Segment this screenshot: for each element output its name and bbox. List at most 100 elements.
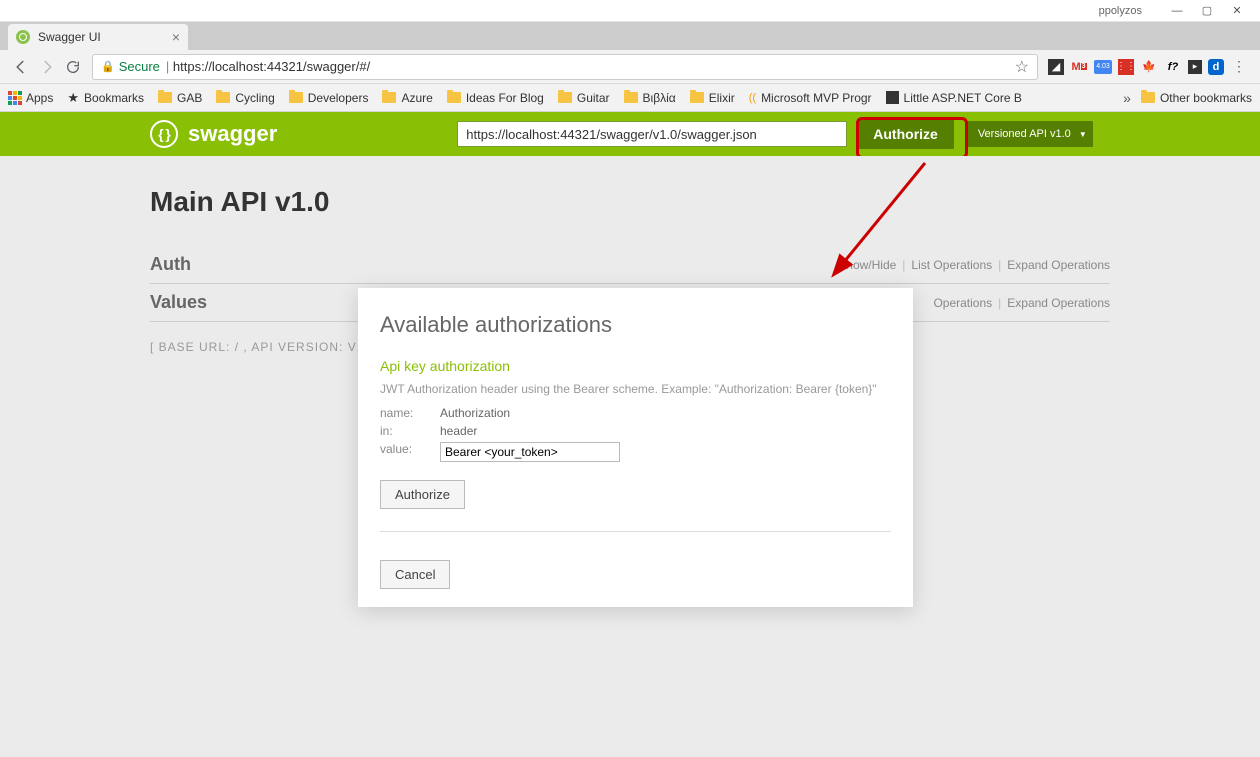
bookmark-item[interactable]: (( Microsoft MVP Progr — [749, 91, 872, 105]
section-link[interactable]: Expand Operations — [1007, 296, 1110, 310]
secure-label: Secure — [119, 59, 160, 74]
bookmark-label: GAB — [177, 91, 202, 105]
token-input[interactable] — [440, 442, 620, 462]
folder-icon — [690, 92, 704, 103]
window-maximize-button[interactable]: ▢ — [1192, 1, 1222, 21]
ext-icon[interactable]: ⋮⋮ — [1118, 59, 1134, 75]
apps-label: Apps — [26, 91, 53, 105]
bookmark-item[interactable]: Guitar — [558, 91, 610, 105]
apps-icon — [8, 91, 22, 105]
swagger-header: { } swagger Authorize Versioned API v1.0 — [0, 112, 1260, 156]
page-icon — [886, 91, 899, 104]
folder-icon — [289, 92, 303, 103]
bookmark-label: Guitar — [577, 91, 610, 105]
other-bookmarks-button[interactable]: Other bookmarks — [1141, 91, 1252, 105]
bookmarks-overflow-icon[interactable]: » — [1113, 90, 1141, 106]
section-link[interactable]: Expand Operations — [1007, 258, 1110, 272]
folder-icon — [624, 92, 638, 103]
window-titlebar: ppolyzos — ▢ ✕ — [0, 0, 1260, 22]
swagger-logo: { } swagger — [150, 120, 277, 148]
bookmark-label: Bookmarks — [84, 91, 144, 105]
modal-authorize-button[interactable]: Authorize — [380, 480, 465, 509]
apikey-heading: Api key authorization — [380, 358, 891, 374]
apikey-description: JWT Authorization header using the Beare… — [380, 382, 891, 396]
swagger-brand-text: swagger — [188, 121, 277, 147]
ext-icon[interactable]: ▸ — [1188, 60, 1202, 74]
bookmark-label: Ideas For Blog — [466, 91, 544, 105]
apps-button[interactable]: Apps — [8, 91, 53, 105]
swagger-logo-icon: { } — [150, 120, 178, 148]
folder-icon — [558, 92, 572, 103]
section-name[interactable]: Auth — [150, 254, 191, 275]
browser-addressbar: 🔒 Secure | https://localhost:44321/swagg… — [0, 50, 1260, 84]
in-value: header — [440, 424, 477, 438]
star-icon: ★ — [67, 90, 79, 106]
bookmark-label: Cycling — [235, 91, 274, 105]
section-name[interactable]: Values — [150, 292, 207, 313]
name-value: Authorization — [440, 406, 510, 420]
bookmark-item[interactable]: Βιβλία — [624, 91, 676, 105]
tab-title: Swagger UI — [38, 30, 101, 44]
bookmark-item[interactable]: Elixir — [690, 91, 735, 105]
modal-cancel-button[interactable]: Cancel — [380, 560, 450, 589]
lock-icon: 🔒 — [101, 60, 115, 73]
nav-back-button[interactable] — [8, 54, 34, 80]
bookmark-label: Azure — [401, 91, 432, 105]
browser-tab[interactable]: Swagger UI × — [8, 24, 188, 50]
ext-gmail-icon[interactable]: M3 — [1070, 58, 1088, 76]
folder-icon — [447, 92, 461, 103]
name-label: name: — [380, 406, 440, 420]
in-label: in: — [380, 424, 440, 438]
folder-icon — [158, 92, 172, 103]
ext-icon[interactable]: ◢ — [1048, 59, 1064, 75]
window-close-button[interactable]: ✕ — [1222, 1, 1252, 21]
folder-icon — [216, 92, 230, 103]
url-input[interactable]: 🔒 Secure | https://localhost:44321/swagg… — [92, 54, 1038, 80]
authorize-modal: Available authorizations Api key authori… — [358, 288, 913, 607]
ext-calendar-icon[interactable]: 4.03 — [1094, 60, 1112, 74]
extension-icons: ◢ M3 4.03 ⋮⋮ 🍁 f? ▸ d ⋮ — [1044, 58, 1252, 76]
bookmark-label: Microsoft MVP Progr — [761, 91, 871, 105]
ext-icon[interactable]: d — [1208, 59, 1224, 75]
bookmark-label: Little ASP.NET Core B — [904, 91, 1022, 105]
modal-title: Available authorizations — [380, 312, 891, 338]
browser-menu-icon[interactable]: ⋮ — [1230, 58, 1248, 76]
folder-icon — [382, 92, 396, 103]
folder-icon — [1141, 92, 1155, 103]
ext-icon[interactable]: f? — [1164, 58, 1182, 76]
tab-close-icon[interactable]: × — [172, 29, 180, 45]
page-title: Main API v1.0 — [150, 186, 1110, 218]
divider — [380, 531, 891, 532]
bookmark-label: Elixir — [709, 91, 735, 105]
section-link[interactable]: Show/Hide — [838, 258, 896, 272]
bookmarks-bar: Apps ★ Bookmarks GAB Cycling Developers A… — [0, 84, 1260, 112]
ext-icon[interactable]: 🍁 — [1140, 58, 1158, 76]
window-user: ppolyzos — [1099, 5, 1142, 17]
bookmark-label: Developers — [308, 91, 369, 105]
section-links: Operations| Expand Operations — [933, 296, 1110, 310]
bookmark-star-icon[interactable]: ☆ — [1015, 57, 1029, 77]
value-label: value: — [380, 442, 440, 462]
bookmark-item[interactable]: GAB — [158, 91, 202, 105]
tab-favicon-icon — [16, 30, 30, 44]
page-icon: (( — [749, 92, 756, 104]
bookmark-label: Βιβλία — [643, 91, 676, 105]
section-link[interactable]: List Operations — [911, 258, 992, 272]
nav-reload-button[interactable] — [60, 54, 86, 80]
nav-forward-button[interactable] — [34, 54, 60, 80]
bookmark-item[interactable]: Azure — [382, 91, 432, 105]
version-label: Versioned API v1.0 — [978, 128, 1071, 140]
version-dropdown[interactable]: Versioned API v1.0 — [968, 121, 1093, 147]
bookmark-item[interactable]: Cycling — [216, 91, 274, 105]
section-link[interactable]: Operations — [933, 296, 992, 310]
section-links: Show/Hide| List Operations| Expand Opera… — [838, 258, 1110, 272]
bookmark-item[interactable]: Developers — [289, 91, 369, 105]
bookmark-item[interactable]: Ideas For Blog — [447, 91, 544, 105]
swagger-url-input[interactable] — [457, 121, 847, 147]
authorize-button[interactable]: Authorize — [857, 119, 954, 149]
bookmark-label: Other bookmarks — [1160, 91, 1252, 105]
browser-tabstrip: Swagger UI × — [0, 22, 1260, 50]
bookmark-item[interactable]: ★ Bookmarks — [67, 90, 144, 106]
bookmark-item[interactable]: Little ASP.NET Core B — [886, 91, 1022, 105]
window-minimize-button[interactable]: — — [1162, 1, 1192, 21]
